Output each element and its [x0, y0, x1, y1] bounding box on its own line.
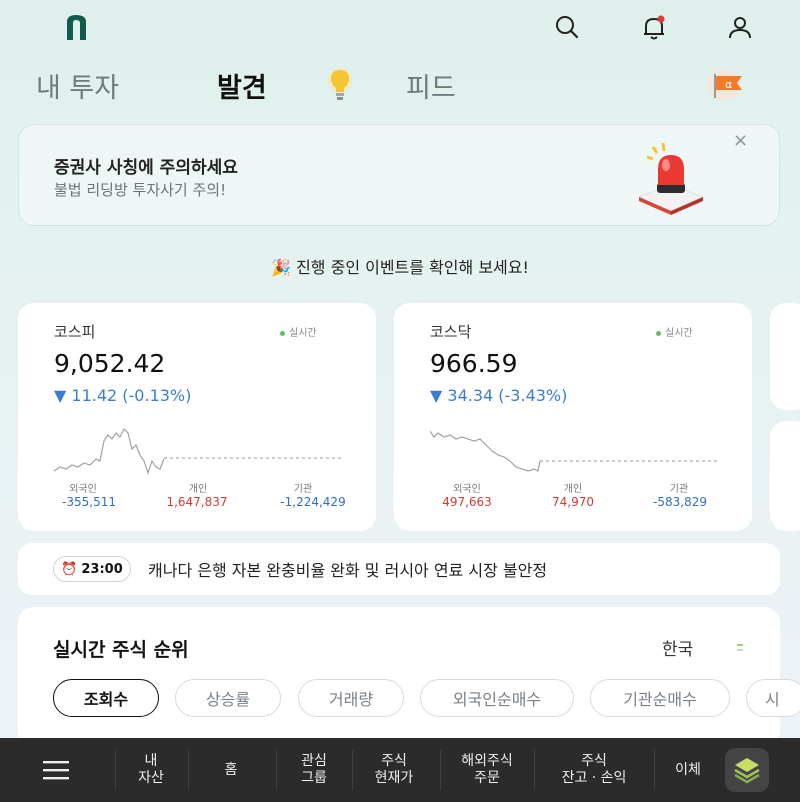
event-link[interactable]: 🎉 진행 중인 이벤트를 확인해 보세요! — [0, 254, 800, 278]
filter-icon[interactable] — [736, 643, 744, 653]
index-card-kosdaq[interactable]: 코스닥 실시간 966.59 ▼ 34.34 (-3.43%) 외국인 497,… — [394, 303, 752, 531]
layers-icon — [734, 758, 760, 784]
flow-label: 기관 — [293, 484, 313, 495]
index-change: ▼ 11.42 (-0.13%) — [54, 386, 192, 405]
flow-label: 외국인 — [453, 484, 481, 495]
bell-icon[interactable] — [640, 13, 668, 41]
user-icon[interactable] — [726, 13, 754, 41]
flow-value: -583,829 — [653, 495, 707, 509]
nav-watch-group[interactable]: 관심 그룹 — [280, 738, 348, 802]
tab-discover[interactable]: 발견 — [217, 66, 267, 105]
top-bar — [0, 0, 800, 56]
logo-icon[interactable] — [62, 12, 92, 42]
lightbulb-icon[interactable] — [322, 64, 358, 104]
svg-text:α: α — [725, 78, 732, 91]
search-icon[interactable] — [553, 13, 581, 41]
nav-transfer[interactable]: 이체 — [658, 738, 718, 802]
index-card-peek[interactable] — [770, 421, 800, 531]
alarm-clock-icon: ⏰ — [61, 561, 78, 577]
index-sparkline — [54, 428, 344, 475]
banner-title: 증권사 사칭에 주의하세요 — [54, 158, 238, 178]
flow-value: -1,224,429 — [280, 495, 346, 509]
siren-icon — [637, 142, 705, 215]
flow-label: 기관 — [669, 484, 689, 495]
banner-subtitle: 불법 리딩방 투자사기 주의! — [54, 181, 227, 199]
chip-gainers[interactable]: 상승률 — [175, 679, 281, 717]
flow-value: 74,970 — [552, 495, 594, 509]
index-name: 코스피 — [54, 323, 96, 341]
index-name: 코스닥 — [430, 323, 472, 341]
live-indicator: 실시간 — [280, 324, 317, 339]
bottom-nav: 내 자산 홈 관심 그룹 주식 현재가 해외주식 주문 주식 잔고 · 손익 이체 — [0, 738, 800, 802]
layers-button[interactable] — [725, 748, 769, 792]
flow-label: 개인 — [563, 484, 583, 495]
menu-icon[interactable] — [43, 760, 69, 780]
news-time-badge: ⏰ 23:00 — [53, 556, 131, 582]
chip-foreign-net-buy[interactable]: 외국인순매수 — [420, 679, 574, 717]
flow-label: 개인 — [188, 484, 208, 495]
chip-more[interactable]: 시 — [746, 679, 800, 717]
news-ticker[interactable]: ⏰ 23:00 캐나다 은행 자본 완충비율 완화 및 러시아 연료 시장 불안… — [18, 543, 780, 595]
country-selector[interactable]: 한국 — [662, 635, 693, 660]
index-sparkline — [430, 430, 720, 472]
index-value: 966.59 — [430, 349, 518, 378]
nav-stock-price[interactable]: 주식 현재가 — [356, 738, 432, 802]
nav-balance-pnl[interactable]: 주식 잔고 · 손익 — [538, 738, 650, 802]
nav-my-assets[interactable]: 내 자산 — [118, 738, 184, 802]
chip-institution-net-buy[interactable]: 기관순매수 — [590, 679, 730, 717]
alpha-flag-icon[interactable]: α — [706, 68, 746, 102]
nav-overseas-order[interactable]: 해외주식 주문 — [444, 738, 530, 802]
main-tabs: 내 투자 발견 피드 — [0, 62, 800, 108]
index-card-kospi[interactable]: 코스피 실시간 9,052.42 ▼ 11.42 (-0.13%) 외국인 -3… — [18, 303, 376, 531]
index-card-peek[interactable] — [770, 303, 800, 410]
flow-value: 1,647,837 — [166, 495, 228, 509]
section-title: 실시간 주식 순위 — [53, 639, 189, 661]
chip-views[interactable]: 조회수 — [53, 679, 159, 717]
news-headline[interactable]: 캐나다 은행 자본 완충비율 완화 및 러시아 연료 시장 불안정 — [148, 557, 547, 581]
warning-banner[interactable]: 증권사 사칭에 주의하세요 불법 리딩방 투자사기 주의! × — [18, 124, 780, 226]
flow-label: 외국인 — [69, 484, 97, 495]
chip-volume[interactable]: 거래량 — [298, 679, 404, 717]
tab-feed[interactable]: 피드 — [406, 66, 456, 105]
index-value: 9,052.42 — [54, 349, 166, 378]
close-icon[interactable]: × — [733, 130, 748, 151]
nav-home[interactable]: 홈 — [195, 738, 267, 802]
flow-value: 497,663 — [442, 495, 492, 509]
stock-ranking-section: 실시간 주식 순위 한국 조회수 상승률 거래량 외국인순매수 기관순매수 시 — [18, 607, 800, 747]
index-change: ▼ 34.34 (-3.43%) — [430, 386, 568, 405]
flow-value: -355,511 — [62, 495, 116, 509]
tab-my-investment[interactable]: 내 투자 — [36, 66, 119, 105]
live-indicator: 실시간 — [656, 324, 693, 339]
